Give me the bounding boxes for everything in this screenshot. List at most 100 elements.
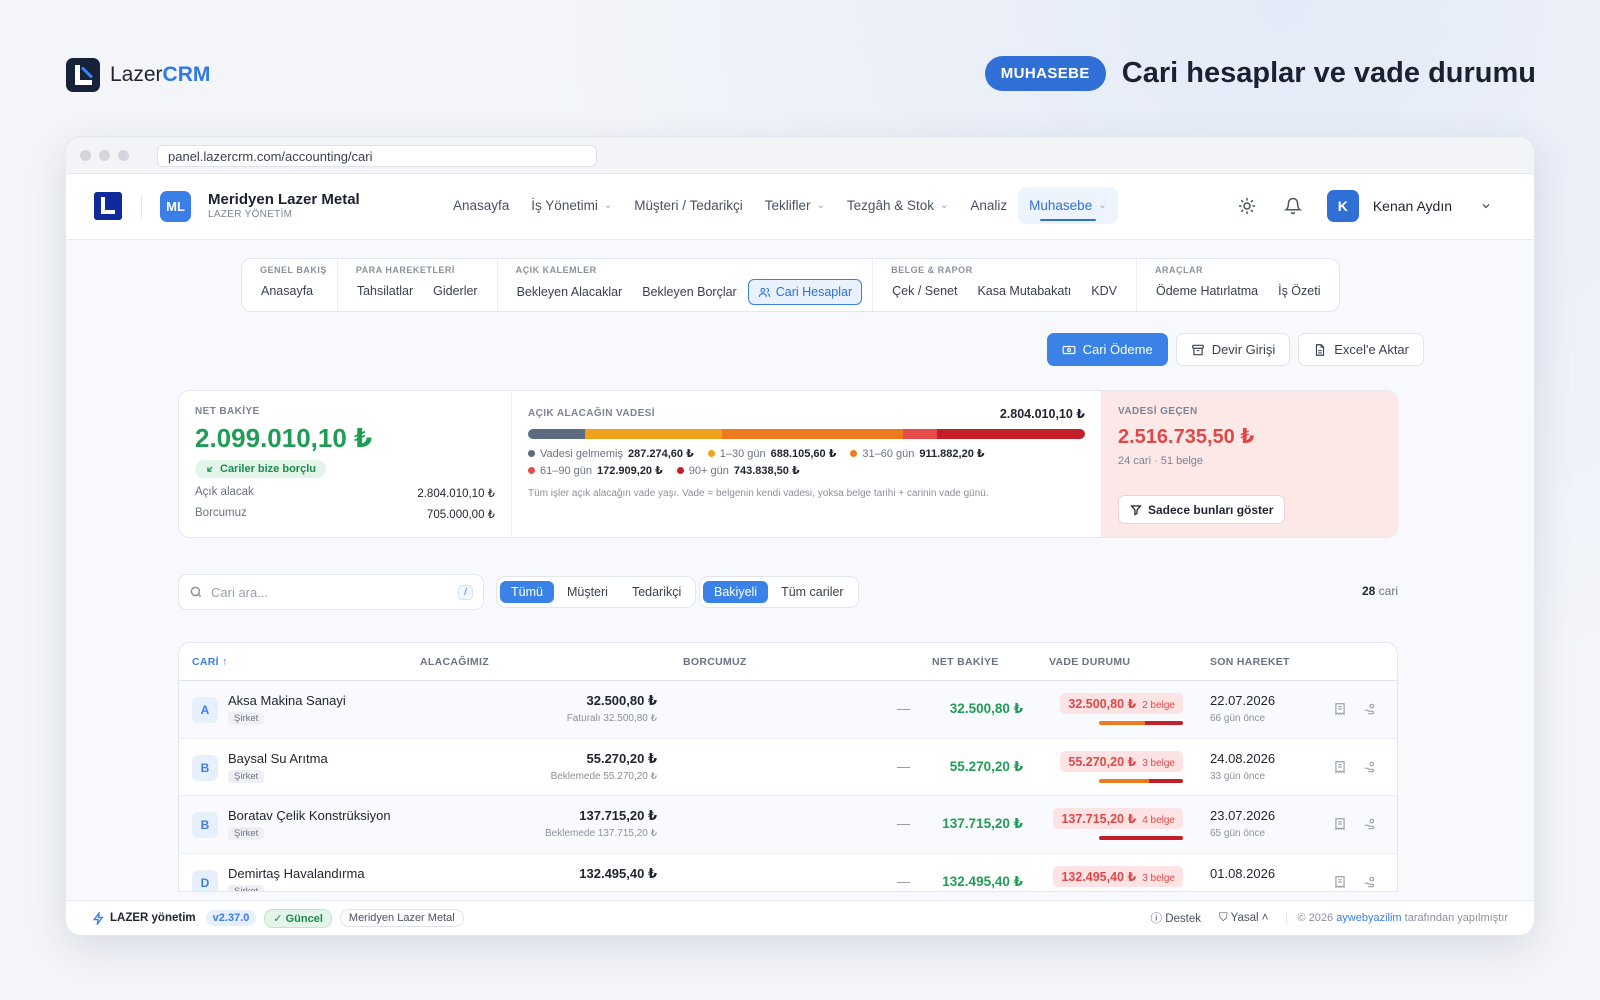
subnav-item-bekleyen-alacaklar[interactable]: Bekleyen Alacaklar: [508, 279, 632, 305]
user-menu-chevron-down-icon[interactable]: [1474, 194, 1498, 218]
address-bar[interactable]: panel.lazercrm.com/accounting/cari: [157, 145, 597, 167]
type-filter-tumu[interactable]: Tümü: [500, 581, 554, 603]
net-status-label: Cariler bize borçlu: [220, 463, 316, 475]
nav-item-label: Tezgâh & Stok: [846, 198, 934, 213]
column-cari-sort[interactable]: CARİ ↑: [192, 656, 228, 668]
subnav-item-kasa-mutabakati[interactable]: Kasa Mutabakatı: [968, 279, 1080, 303]
subnav-item-label: Ödeme Hatırlatma: [1155, 284, 1259, 298]
subnav-item-kdv[interactable]: KDV: [1082, 279, 1126, 303]
support-link[interactable]: ⓘ Destek: [1151, 910, 1202, 926]
nav-item-teklifler[interactable]: Teklifler ⌄: [754, 187, 836, 224]
type-filter-musteri[interactable]: Müşteri: [556, 581, 619, 603]
user-avatar[interactable]: K: [1326, 190, 1359, 222]
company-name: Meridyen Lazer Metal: [208, 191, 360, 208]
author-link[interactable]: aywebyazilim: [1336, 912, 1401, 924]
app-logo-icon[interactable]: [94, 192, 122, 220]
subnav-item-label: Tahsilatlar: [356, 284, 414, 298]
balance-summary: NET BAKİYE 2.099.010,10 ₺ Cariler bize b…: [178, 390, 1398, 538]
due-status-badge[interactable]: 132.495,40 ₺ 3 belge: [1053, 865, 1183, 887]
cari-name[interactable]: Demirtaş Havalandırma: [228, 866, 365, 881]
nav-item-muhasebe[interactable]: Muhasebe ⌄: [1018, 187, 1118, 224]
notifications-bell-icon[interactable]: [1281, 194, 1305, 218]
statement-receipt-icon[interactable]: [1333, 702, 1347, 716]
subnav-item-cek-senet[interactable]: Çek / Senet: [883, 279, 966, 303]
subnav-item-giderler[interactable]: Giderler: [424, 279, 486, 303]
window-maximize-dot[interactable]: [118, 150, 129, 161]
user-name[interactable]: Kenan Aydın: [1373, 198, 1452, 214]
legal-menu[interactable]: ⛉ Yasal ˄: [1219, 912, 1268, 925]
balance-filter-bakiyeli[interactable]: Bakiyeli: [703, 581, 769, 603]
payment-hand-icon[interactable]: [1363, 875, 1377, 889]
due-amount: 132.495,40 ₺: [1061, 869, 1137, 884]
nav-item-analiz[interactable]: Analiz: [959, 187, 1018, 224]
subnav-item-bekleyen-borclar[interactable]: Bekleyen Borçlar: [633, 279, 746, 305]
due-status-badge[interactable]: 32.500,80 ₺ 2 belge: [1060, 693, 1183, 714]
nav-item-is-yonetimi[interactable]: İş Yönetimi ⌄: [520, 187, 623, 224]
last-movement-ago: 65 gün önce: [1210, 828, 1266, 839]
subnav-item-anasayfa[interactable]: Anasayfa: [252, 279, 322, 303]
nav-item-label: Muhasebe: [1029, 198, 1093, 213]
column-net[interactable]: NET BAKİYE: [932, 656, 999, 668]
due-status-badge[interactable]: 137.715,20 ₺ 4 belge: [1053, 808, 1183, 829]
last-movement-date: 23.07.2026: [1210, 808, 1276, 823]
legend-swatch: [528, 450, 535, 457]
table-row[interactable]: D Demirtaş Havalandırma Şirket 132.495,40 ₺…: [179, 854, 1397, 891]
table-row[interactable]: B Boratav Çelik Konstrüksiyon Şirket 137.71…: [179, 796, 1397, 854]
cari-search-input[interactable]: [211, 584, 451, 600]
company-avatar[interactable]: ML: [160, 191, 191, 222]
browser-chrome: panel.lazercrm.com/accounting/cari: [66, 137, 1534, 174]
subnav-item-tahsilatlar[interactable]: Tahsilatlar: [348, 279, 422, 303]
nav-item-tezgah-stok[interactable]: Tezgâh & Stok ⌄: [836, 187, 959, 224]
export-excel-button[interactable]: Excel'e Aktar: [1298, 333, 1424, 366]
balance-filter-tum-cariler[interactable]: Tüm cariler: [770, 581, 855, 603]
show-overdue-only-button[interactable]: Sadece bunları göster: [1118, 495, 1286, 524]
table-row[interactable]: B Baysal Su Arıtma Şirket 55.270,20 ₺ Beklem…: [179, 739, 1397, 796]
table-filters: / TümüMüşteriTedarikçi BakiyeliTüm caril…: [178, 574, 1398, 610]
theme-toggle-sun-icon[interactable]: [1235, 194, 1259, 218]
payment-hand-icon[interactable]: [1363, 760, 1377, 774]
cari-avatar: B: [192, 812, 218, 838]
page-title: Cari hesaplar ve vade durumu: [1121, 57, 1536, 89]
arrow-down-left-icon: [207, 466, 213, 472]
debt-amount: —: [897, 758, 910, 774]
nav-item-musteri-tedarikci[interactable]: Müşteri / Tedarikçi: [623, 187, 754, 224]
window-close-dot[interactable]: [80, 150, 91, 161]
payment-hand-icon[interactable]: [1363, 702, 1377, 716]
legend-label: 1–30 gün: [719, 447, 766, 460]
subnav-item-is-ozeti[interactable]: İş Özeti: [1269, 279, 1329, 303]
due-status-badge[interactable]: 55.270,20 ₺ 3 belge: [1060, 750, 1183, 772]
subnav-group-title: PARA HAREKETLERİ: [355, 265, 455, 275]
legend-value: 743.838,50 ₺: [733, 465, 800, 477]
statement-receipt-icon[interactable]: [1333, 817, 1347, 831]
row-actions: [1333, 875, 1377, 889]
balance-filter: Bakiyeli Tüm cariler: [699, 576, 859, 608]
cari-payment-button[interactable]: Cari Ödeme: [1046, 333, 1168, 366]
cari-name[interactable]: Aksa Makina Sanayi: [228, 693, 346, 708]
payment-hand-icon[interactable]: [1363, 817, 1377, 831]
cari-name[interactable]: Boratav Çelik Konstrüksiyon: [228, 808, 391, 823]
statement-receipt-icon[interactable]: [1333, 875, 1347, 889]
type-filter-tedarikci[interactable]: Tedarikçi: [621, 581, 692, 603]
window-minimize-dot[interactable]: [99, 150, 110, 161]
brand-name: LazerCRM: [110, 63, 211, 86]
show-overdue-only-label: Sadece bunları göster: [1148, 502, 1274, 517]
nav-item-anasayfa[interactable]: Anasayfa: [442, 187, 520, 224]
version-badge: v2.37.0: [205, 910, 257, 926]
last-movement-ago: 66 gün önce: [1210, 713, 1266, 724]
statement-receipt-icon[interactable]: [1333, 760, 1347, 774]
net-balance: 137.715,20 ₺: [942, 816, 1023, 831]
subnav-group-items: Ödeme Hatırlatma İş Özeti: [1147, 279, 1330, 303]
subnav-item-cari-hesaplar[interactable]: Cari Hesaplar: [747, 279, 863, 305]
opening-balance-button[interactable]: Devir Girişi: [1175, 333, 1291, 366]
column-receivable[interactable]: ALACAĞIMIZ: [420, 656, 489, 668]
table-row[interactable]: A Aksa Makina Sanayi Şirket 32.500,80 ₺ Fatu…: [179, 681, 1397, 739]
subnav-item-odeme-hatirlatma[interactable]: Ödeme Hatırlatma: [1147, 279, 1267, 303]
filter-icon: [1130, 504, 1142, 516]
status-badge: ✓ Güncel: [264, 908, 332, 928]
column-last[interactable]: SON HAREKET: [1210, 656, 1290, 668]
column-due[interactable]: VADE DURUMU: [1049, 656, 1130, 668]
column-debt[interactable]: BORCUMUZ: [683, 656, 747, 668]
cari-name[interactable]: Baysal Su Arıtma: [228, 751, 328, 766]
aging-stacked-bar: [528, 429, 1085, 439]
due-aging-segment: [1099, 836, 1183, 840]
